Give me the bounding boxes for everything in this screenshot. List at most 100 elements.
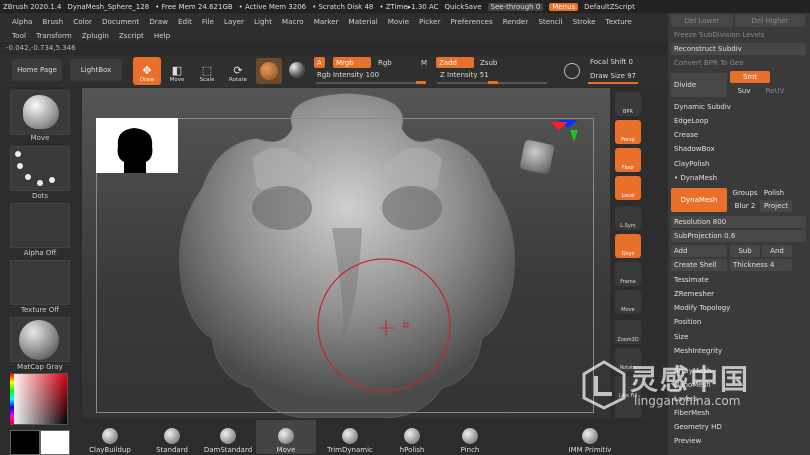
menus-toggle[interactable]: Menus — [549, 2, 579, 11]
hue-strip[interactable] — [10, 374, 14, 424]
draw-mode-button[interactable]: ✥ Draw — [133, 57, 161, 85]
quicksave-button[interactable]: QuickSave — [445, 3, 482, 11]
z-intensity-thumb[interactable] — [488, 81, 498, 84]
menu-light[interactable]: Light — [254, 17, 272, 26]
texture-slot[interactable] — [10, 260, 70, 305]
color-sphere-icon[interactable] — [289, 62, 305, 78]
menu-color[interactable]: Color — [73, 17, 92, 26]
menu-help[interactable]: Help — [154, 31, 170, 40]
material-slot[interactable] — [10, 317, 70, 362]
alpha-slot[interactable] — [10, 203, 70, 248]
dynamic-subdiv-header[interactable]: Dynamic Subdiv — [671, 101, 806, 113]
zsub-toggle[interactable]: Zsub — [477, 57, 500, 68]
brush-hpolish[interactable]: hPolish — [382, 420, 442, 454]
reuv-button[interactable]: ReUV — [760, 85, 790, 97]
rgb-intensity-slider[interactable]: Rgb Intensity 100 — [317, 71, 379, 79]
brush-standard[interactable]: Standard — [142, 420, 202, 454]
rgb-intensity-track[interactable] — [316, 82, 426, 84]
smt-toggle[interactable]: Smt — [730, 71, 770, 83]
groups-toggle[interactable]: Groups — [730, 187, 760, 199]
brush-claybuildup[interactable]: ClayBuildup — [80, 420, 140, 454]
menu-texture[interactable]: Texture — [606, 17, 632, 26]
sub-button[interactable]: Sub — [730, 245, 760, 257]
brush-circle-icon[interactable] — [564, 63, 580, 79]
see-through-slider[interactable]: See-through 0 — [487, 2, 544, 11]
polish-toggle[interactable]: Polish — [760, 187, 788, 199]
color-picker[interactable] — [10, 373, 68, 425]
menu-tool[interactable]: Tool — [12, 31, 26, 40]
menu-stencil[interactable]: Stencil — [538, 17, 562, 26]
shelf-local-button[interactable]: Local — [615, 176, 641, 200]
brush-trimdynamic[interactable]: TrimDynamic — [320, 420, 380, 454]
claypolish-header[interactable]: ClayPolish — [671, 158, 806, 170]
m-toggle[interactable]: M — [418, 57, 430, 68]
menu-zscript[interactable]: Zscript — [119, 31, 144, 40]
menu-alpha[interactable]: Alpha — [12, 17, 32, 26]
mrgb-toggle[interactable]: Mrgb — [333, 57, 371, 68]
edgeloop-header[interactable]: EdgeLoop — [671, 115, 806, 127]
menu-material[interactable]: Material — [349, 17, 378, 26]
rotate-mode-button[interactable]: ⟳ Rotate — [224, 57, 252, 85]
del-higher-button[interactable]: Del Higher — [735, 15, 805, 27]
menu-transform[interactable]: Transform — [36, 31, 72, 40]
crease-header[interactable]: Crease — [671, 129, 806, 141]
menu-file[interactable]: File — [202, 17, 214, 26]
position-header[interactable]: Position — [671, 316, 806, 328]
canvas-viewport[interactable] — [82, 88, 610, 418]
menu-movie[interactable]: Movie — [388, 17, 409, 26]
navigation-cube[interactable] — [519, 139, 555, 175]
meshintegrity-header[interactable]: MeshIntegrity — [671, 345, 806, 357]
and-button[interactable]: And — [762, 245, 792, 257]
main-color-swatch[interactable] — [40, 430, 70, 455]
secondary-color-swatch[interactable] — [10, 430, 40, 455]
tessimate-header[interactable]: Tessimate — [671, 274, 806, 286]
menu-picker[interactable]: Picker — [419, 17, 440, 26]
dynamesh-section-header[interactable]: • DynaMesh — [671, 172, 806, 184]
a-toggle[interactable]: A — [314, 57, 325, 68]
zremesher-header[interactable]: ZRemesher — [671, 288, 806, 300]
freeze-subdivision-button[interactable]: Freeze SubDivision Levels — [671, 29, 806, 41]
menu-stroke[interactable]: Stroke — [573, 17, 596, 26]
brush-slot[interactable] — [10, 90, 70, 135]
convert-bpr-button[interactable]: Convert BPR To Geo — [671, 57, 806, 69]
stroke-slot[interactable] — [10, 146, 70, 191]
move-mode-button[interactable]: ◧ Move — [163, 57, 191, 85]
thickness-slider[interactable]: Thickness 4 — [730, 259, 792, 271]
del-lower-button[interactable]: Del Lower — [671, 15, 733, 27]
resolution-slider[interactable]: Resolution 800 — [671, 216, 806, 228]
shelf-frame-button[interactable]: Frame — [615, 262, 641, 286]
brush-pinch[interactable]: Pinch — [440, 420, 500, 454]
project-toggle[interactable]: Project — [760, 200, 792, 212]
navigator-thumbnail[interactable] — [96, 118, 178, 173]
blur-slider[interactable]: Blur 2 — [730, 200, 760, 212]
shelf-floor-button[interactable]: Floor — [615, 148, 641, 172]
menu-brush[interactable]: Brush — [42, 17, 63, 26]
dynamesh-button[interactable]: DynaMesh — [671, 188, 727, 212]
z-intensity-slider[interactable]: Z Intensity 51 — [440, 71, 489, 79]
add-button[interactable]: Add — [671, 245, 727, 257]
rgb-toggle[interactable]: Rgb — [375, 57, 395, 68]
size-header[interactable]: Size — [671, 331, 806, 343]
brush-move[interactable]: Move — [256, 420, 316, 454]
menu-zplugin[interactable]: Zplugin — [82, 31, 109, 40]
menu-render[interactable]: Render — [503, 17, 529, 26]
scale-mode-button[interactable]: ⬚ Scale — [193, 57, 221, 85]
subprojection-slider[interactable]: SubProjection 0.6 — [671, 230, 806, 242]
draw-size-track[interactable] — [588, 82, 638, 84]
menu-preferences[interactable]: Preferences — [450, 17, 492, 26]
shelf-persp-button[interactable]: Persp — [615, 120, 641, 144]
preview-header[interactable]: Preview — [671, 435, 806, 447]
zadd-toggle[interactable]: Zadd — [436, 57, 474, 68]
draw-size-slider[interactable]: Draw Size 97 — [590, 72, 636, 80]
brush-damstandard[interactable]: DamStandard — [198, 420, 258, 454]
suv-toggle[interactable]: Suv — [730, 85, 758, 97]
menu-marker[interactable]: Marker — [314, 17, 339, 26]
shelf-move-button[interactable]: Move — [615, 290, 641, 314]
menu-macro[interactable]: Macro — [282, 17, 304, 26]
menu-document[interactable]: Document — [102, 17, 139, 26]
menu-edit[interactable]: Edit — [178, 17, 192, 26]
material-swatch[interactable] — [256, 58, 282, 84]
home-page-button[interactable]: Home Page — [12, 59, 62, 81]
shelf-qxyz-button[interactable]: Qxyz — [615, 234, 641, 258]
focal-shift-slider[interactable]: Focal Shift 0 — [590, 58, 633, 66]
